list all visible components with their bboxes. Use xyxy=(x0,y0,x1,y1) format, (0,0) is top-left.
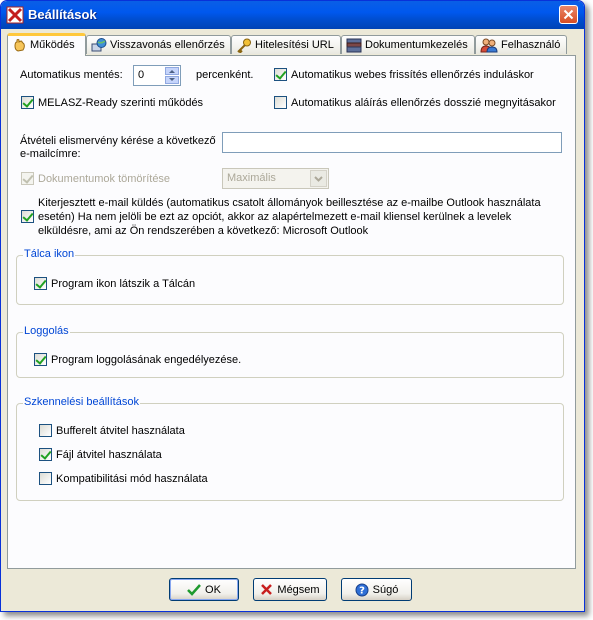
tray-icon-group: Tálca ikon Program ikon látszik a Tálcán xyxy=(16,248,564,305)
users-icon xyxy=(480,38,498,52)
logging-group-title: Loggolás xyxy=(23,325,70,337)
tab-hitelesitesi-url[interactable]: Hitelesítési URL xyxy=(231,35,341,54)
tab-panel-mukodes: Automatikus mentés: 0 percenként. Automa… xyxy=(7,55,576,569)
tab-label: Működés xyxy=(30,39,75,51)
scan-group-title: Szkennelési beállítások xyxy=(23,396,140,408)
compress-select-value: Maximális xyxy=(227,172,276,184)
auto-save-unit-label: percenként. xyxy=(196,69,254,81)
auto-update-checkbox[interactable] xyxy=(274,68,287,81)
tray-icon-label: Program ikon látszik a Tálcán xyxy=(51,278,196,290)
arrow-down-icon xyxy=(169,78,175,81)
cross-icon xyxy=(261,584,273,595)
auto-sign-label: Automatikus aláírás ellenőrzés dosszié m… xyxy=(291,97,556,109)
window-title: Beállítások xyxy=(28,7,97,22)
tab-dokumentumkezeles[interactable]: Dokumentumkezelés xyxy=(341,35,475,54)
compat-mode-checkbox[interactable] xyxy=(39,472,52,485)
title-bar[interactable]: Beállítások xyxy=(1,1,584,29)
tray-group-title: Tálca ikon xyxy=(23,248,76,260)
help-icon: ? xyxy=(355,583,369,596)
arrow-up-icon xyxy=(169,70,175,73)
auto-sign-checkbox[interactable] xyxy=(274,96,287,109)
auto-save-spinner[interactable]: 0 xyxy=(133,65,181,86)
close-icon xyxy=(563,9,574,20)
compat-mode-label: Kompatibilitási mód használata xyxy=(56,473,208,485)
logging-group: Loggolás Program loggolásának engedélyez… xyxy=(16,325,564,378)
receipt-email-input[interactable] xyxy=(222,132,562,153)
tab-label: Visszavonás ellenőrzés xyxy=(110,39,225,51)
globe-pc-icon xyxy=(91,37,107,51)
logging-checkbox[interactable] xyxy=(34,353,47,366)
close-button[interactable] xyxy=(559,5,578,24)
tab-felhasznalo[interactable]: Felhasználó xyxy=(475,35,567,54)
buffered-transfer-label: Bufferelt átvitel használata xyxy=(56,425,185,437)
compress-checkbox[interactable] xyxy=(21,172,34,185)
cancel-button-label: Mégsem xyxy=(277,583,320,596)
email-send-line3: elküldésre, ami az Ön rendszerében a köv… xyxy=(38,225,369,237)
document-stack-icon xyxy=(346,38,362,52)
melasz-checkbox[interactable] xyxy=(21,96,34,109)
email-send-line2: esetén) Ha nem jelöli be ezt az opciót, … xyxy=(38,211,512,223)
tray-icon-checkbox[interactable] xyxy=(34,277,47,290)
hand-icon xyxy=(14,38,25,52)
settings-dialog: Beállítások Működés Visszavonás ellenőrz… xyxy=(0,0,585,612)
cancel-button[interactable]: Mégsem xyxy=(253,578,327,601)
tab-mukodes[interactable]: Működés xyxy=(7,33,86,56)
ok-button-label: OK xyxy=(205,583,221,596)
help-button-label: Súgó xyxy=(372,583,399,596)
compress-label: Dokumentumok tömörítése xyxy=(38,173,171,185)
tab-label: Felhasználó xyxy=(501,39,561,51)
svg-text:?: ? xyxy=(359,585,365,596)
file-transfer-label: Fájl átvitel használata xyxy=(56,449,162,461)
ok-button[interactable]: OK xyxy=(169,578,239,601)
help-button[interactable]: ? Súgó xyxy=(341,578,412,601)
compress-select[interactable]: Maximális xyxy=(222,168,329,189)
tab-label: Dokumentumkezelés xyxy=(365,39,468,51)
receipt-label-line1: Átvételi elismervény kérése a következő xyxy=(20,135,216,147)
email-send-line1: Kiterjesztett e-mail küldés (automatikus… xyxy=(38,197,541,209)
spin-down-button[interactable] xyxy=(165,76,179,84)
spin-up-button[interactable] xyxy=(165,67,179,75)
email-send-checkbox[interactable] xyxy=(21,210,34,223)
file-transfer-checkbox[interactable] xyxy=(39,448,52,461)
key-icon xyxy=(237,38,251,53)
logging-label: Program loggolásának engedélyezése. xyxy=(51,354,242,366)
tab-label: Hitelesítési URL xyxy=(255,39,334,51)
melasz-label: MELASZ-Ready szerinti működés xyxy=(38,97,204,109)
dropdown-button[interactable] xyxy=(310,170,327,187)
scan-settings-group: Szkennelési beállítások Bufferelt átvite… xyxy=(16,396,564,501)
auto-save-value: 0 xyxy=(138,69,145,81)
check-icon xyxy=(187,583,201,596)
auto-save-label: Automatikus mentés: xyxy=(20,69,123,81)
receipt-label-line2: e-mailcímre: xyxy=(20,148,81,160)
auto-update-label: Automatikus webes frissítés ellenőrzés i… xyxy=(291,69,534,81)
buffered-transfer-checkbox[interactable] xyxy=(39,424,52,437)
chevron-down-icon xyxy=(314,176,323,182)
app-logo-icon xyxy=(6,6,24,24)
tab-visszavonas[interactable]: Visszavonás ellenőrzés xyxy=(86,35,231,54)
